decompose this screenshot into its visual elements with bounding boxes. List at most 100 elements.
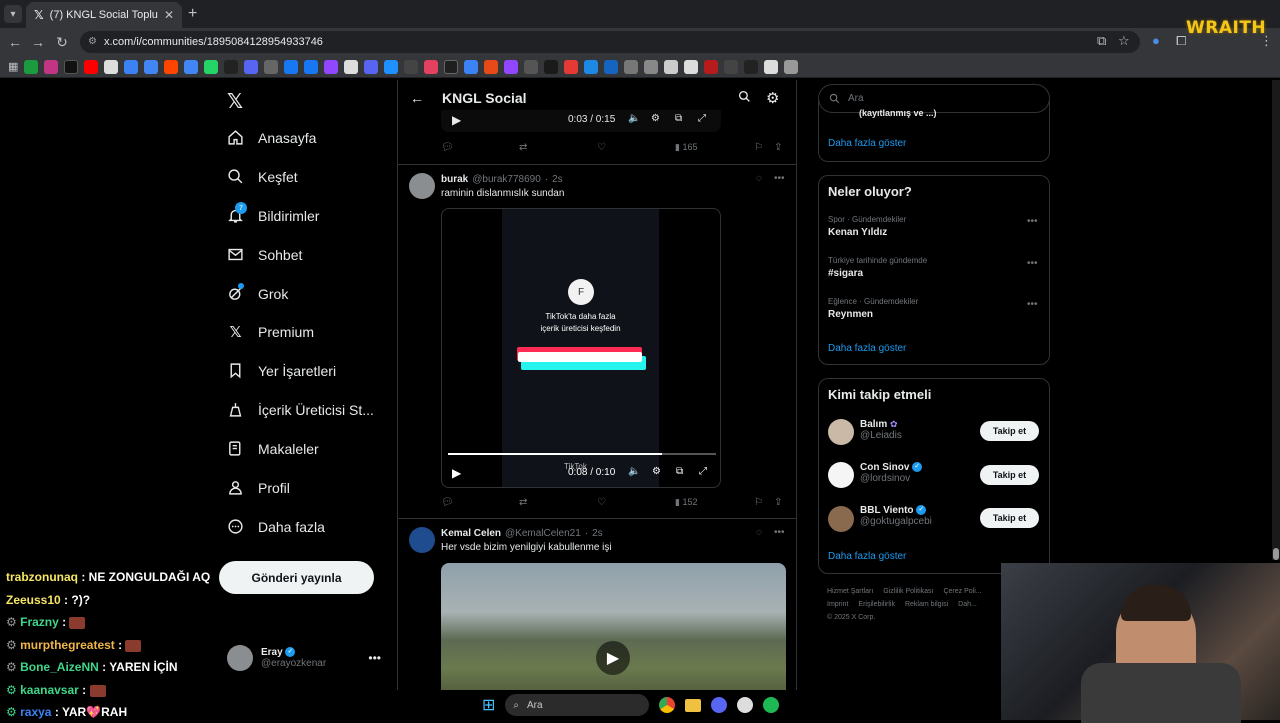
- bookmark-icon[interactable]: [604, 59, 619, 74]
- follow-button[interactable]: Takip et: [980, 465, 1039, 485]
- views-count[interactable]: ▮ 165: [675, 142, 697, 153]
- follow-button[interactable]: Takip et: [980, 508, 1039, 528]
- footer-link[interactable]: Çerez Poli...: [943, 588, 981, 595]
- tab-search-button[interactable]: ▾: [4, 5, 22, 23]
- post-button[interactable]: Gönderi yayınla: [219, 561, 374, 594]
- extensions-puzzle-icon[interactable]: ⧠: [1176, 33, 1186, 49]
- bookmark-icon[interactable]: [544, 59, 559, 74]
- fullscreen-icon[interactable]: ⤢: [698, 113, 706, 124]
- nav-profile[interactable]: Profil: [227, 479, 290, 496]
- avatar[interactable]: [409, 173, 435, 199]
- scrollbar-thumb[interactable]: [1273, 548, 1279, 560]
- avatar[interactable]: [828, 419, 854, 445]
- tweet-time[interactable]: 2s: [552, 174, 563, 185]
- fullscreen-icon[interactable]: ⤢: [699, 466, 707, 477]
- bookmark-icon[interactable]: [564, 59, 579, 74]
- pip-icon[interactable]: ⧉: [676, 466, 683, 477]
- footer-link[interactable]: Dah...: [958, 601, 977, 608]
- nav-explore[interactable]: Keşfet: [227, 168, 298, 185]
- settings-icon[interactable]: ⚙: [652, 466, 661, 477]
- bookmark-icon[interactable]: [384, 59, 399, 74]
- avatar[interactable]: [409, 527, 435, 553]
- share-icon[interactable]: ⇪: [774, 497, 782, 508]
- more-options-icon[interactable]: •••: [1027, 258, 1038, 269]
- bookmark-icon[interactable]: [164, 59, 179, 74]
- bookmark-icon[interactable]: [64, 59, 79, 74]
- bookmark-icon[interactable]: [184, 59, 199, 74]
- show-more-link[interactable]: Daha fazla göster: [828, 551, 906, 562]
- bookmark-icon[interactable]: [484, 59, 499, 74]
- trend-item[interactable]: Spor · Gündemdekiler Kenan Yıldız: [828, 215, 906, 238]
- bookmark-icon[interactable]: [24, 59, 39, 74]
- views-count[interactable]: ▮ 152: [675, 497, 697, 508]
- address-bar[interactable]: x.com/i/communities/1895084128954933746: [80, 31, 1140, 53]
- show-more-link[interactable]: Daha fazla göster: [828, 138, 906, 149]
- bookmark-icon[interactable]: [204, 59, 219, 74]
- search-icon[interactable]: [738, 90, 751, 106]
- close-tab-icon[interactable]: ✕: [164, 8, 174, 22]
- bookmark-icon[interactable]: [364, 59, 379, 74]
- author-handle[interactable]: @burak778690: [472, 174, 541, 185]
- tweet-time[interactable]: 2s: [592, 528, 603, 539]
- bookmark-icon[interactable]: [664, 59, 679, 74]
- author-name[interactable]: burak: [441, 174, 468, 185]
- chrome-icon[interactable]: [659, 697, 676, 713]
- play-icon[interactable]: ▶: [596, 641, 630, 675]
- bookmark-icon[interactable]: [324, 59, 339, 74]
- nav-chat[interactable]: Sohbet: [227, 246, 302, 263]
- bookmark-icon[interactable]: [344, 59, 359, 74]
- bookmark-icon[interactable]: ⚐: [754, 497, 763, 508]
- windows-start-icon[interactable]: ⊞: [482, 695, 495, 715]
- back-icon[interactable]: ←: [6, 33, 24, 51]
- bookmark-icon[interactable]: [404, 59, 419, 74]
- bookmark-icon[interactable]: [704, 59, 719, 74]
- bookmark-icon[interactable]: [584, 59, 599, 74]
- pip-icon[interactable]: ⧉: [675, 113, 682, 124]
- volume-icon[interactable]: 🔈: [628, 466, 640, 477]
- site-info-icon[interactable]: ⚙: [88, 36, 97, 47]
- spotify-icon[interactable]: [763, 697, 780, 713]
- install-app-icon[interactable]: ⧉: [1097, 33, 1106, 49]
- new-tab-button[interactable]: +: [188, 5, 197, 23]
- bookmark-icon[interactable]: [724, 59, 739, 74]
- author-handle[interactable]: @KemalCelen21: [505, 528, 581, 539]
- bookmark-icon[interactable]: [84, 59, 99, 74]
- bookmark-icon[interactable]: [784, 59, 799, 74]
- like-icon[interactable]: ♡: [597, 497, 606, 508]
- bookmark-icon[interactable]: [284, 59, 299, 74]
- play-icon[interactable]: ▶: [452, 113, 461, 127]
- back-arrow-icon[interactable]: ←: [410, 90, 424, 106]
- bookmark-icon[interactable]: [104, 59, 119, 74]
- retweet-icon[interactable]: ⇄: [519, 142, 527, 153]
- nav-articles[interactable]: Makaleler: [227, 440, 319, 457]
- bookmark-icon[interactable]: [144, 59, 159, 74]
- bookmark-icon[interactable]: [644, 59, 659, 74]
- taskbar-search[interactable]: ⌕ Ara: [505, 694, 650, 716]
- suggestion[interactable]: Con Sinov ✓ @lordsinov: [860, 462, 923, 484]
- suggestion[interactable]: Balım ✿ @Leiadis: [860, 419, 902, 441]
- footer-link[interactable]: Erişilebilirlik: [858, 601, 895, 608]
- bookmark-icon[interactable]: [524, 59, 539, 74]
- browser-tab[interactable]: 𝕏 (7) KNGL Social Topluluk / X ✕: [26, 2, 182, 28]
- bookmark-star-icon[interactable]: ☆: [1118, 33, 1130, 49]
- suggestion[interactable]: BBL Viento ✓ @goktugalpcebi: [860, 505, 932, 527]
- reload-icon[interactable]: ↻: [53, 33, 71, 51]
- scrollbar[interactable]: [1272, 80, 1280, 560]
- footer-link[interactable]: Hizmet Şartları: [827, 588, 873, 595]
- bookmark-icon[interactable]: [264, 59, 279, 74]
- bookmark-icon[interactable]: [44, 59, 59, 74]
- reply-icon[interactable]: 💬︎: [441, 142, 454, 153]
- nav-home[interactable]: Anasayfa: [227, 129, 316, 146]
- retweet-icon[interactable]: ⇄: [519, 497, 527, 508]
- account-switcher[interactable]: Eray ✓ @erayozkenar •••: [227, 643, 387, 673]
- reply-icon[interactable]: 💬︎: [441, 497, 454, 508]
- gear-icon[interactable]: ⚙: [766, 89, 779, 107]
- grok-action-icon[interactable]: ◌: [756, 527, 762, 538]
- bookmark-icon[interactable]: [304, 59, 319, 74]
- show-more-link[interactable]: Daha fazla göster: [828, 343, 906, 354]
- bookmark-icon[interactable]: [744, 59, 759, 74]
- bookmark-icon[interactable]: [504, 59, 519, 74]
- file-explorer-icon[interactable]: [685, 698, 702, 712]
- bookmark-icon[interactable]: ⚐: [754, 142, 763, 153]
- app-icon[interactable]: [737, 697, 754, 713]
